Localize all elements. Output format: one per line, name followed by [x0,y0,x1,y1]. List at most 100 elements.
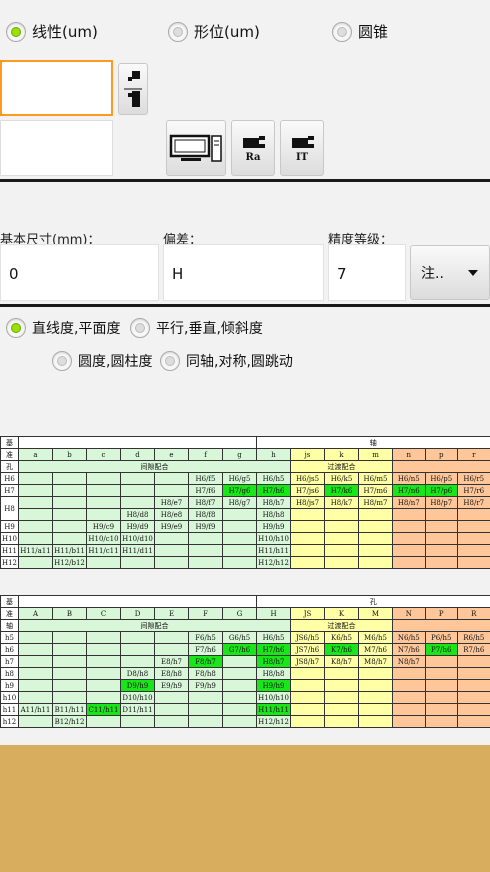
tolerance-symbol-button[interactable] [118,63,148,115]
fit-cell [457,556,490,569]
table-row: h8 D8/h8 E8/h8 F8/h8 H8/h8 [0,667,490,680]
fit-cell [52,631,87,644]
fit-cell [120,556,155,569]
fit-cell [424,556,459,569]
fit-cell [424,520,459,533]
fit-cell: P6/h5 [424,631,459,644]
fit-cell: H6/p5 [424,472,459,485]
row-header: H10 [0,532,19,545]
fit-cell: K6/h5 [324,631,360,644]
column-letter: h [256,448,292,461]
note-dropdown[interactable]: 注.. [410,245,490,300]
fit-cell: K8/h7 [324,655,360,668]
fit-cell [324,532,360,545]
column-letter: p [424,448,459,461]
fit-cell: H8/js7 [290,496,326,509]
radio-geometric[interactable]: 形位(um) [168,21,260,42]
column-letter: N [392,607,426,620]
column-letter: JS [290,607,326,620]
zone-label [392,460,490,473]
radio-geometric-indicator[interactable] [168,21,188,42]
computer-button[interactable] [166,120,226,176]
fit-cell: F9/h9 [188,679,223,692]
fit-cell [154,643,189,656]
fit-cell [358,679,394,692]
column-letter: B [52,607,87,620]
ra-button[interactable]: Ra [231,120,275,176]
fit-cell: E8/h7 [154,655,189,668]
upper-value-field[interactable] [0,60,113,116]
radio-linear[interactable]: 线性(um) [6,21,98,42]
radio-parallelism[interactable]: 平行,垂直,倾斜度 [130,318,263,338]
corner-label: 轴 [0,619,19,632]
radio-taper-label: 圆锥 [358,23,389,41]
group-header: 孔 [256,595,490,608]
fit-cell [424,679,459,692]
row-header: H7 [0,484,19,497]
fit-cell: H7/m6 [358,484,394,497]
basic-size-input[interactable]: 0 [0,244,159,301]
row-header: H11 [0,544,19,557]
fit-cell: P7/h6 [424,643,459,656]
fit-cell [221,520,258,533]
radio-straightness[interactable]: 直线度,平面度 [6,318,120,338]
corner-label: 准 [0,448,19,461]
fit-cell [358,544,394,557]
fit-cell: H8/h8 [256,508,292,521]
radio-roundness[interactable]: 圆度,圆柱度 [52,351,152,371]
fit-cell: M6/h5 [358,631,394,644]
fit-cell [358,703,394,716]
column-letter: n [392,448,426,461]
fit-cell [18,631,53,644]
radio-straightness-indicator[interactable] [6,318,26,338]
it-icon [292,135,314,148]
fit-cell [52,532,87,545]
fit-cell: H8/g7 [221,496,258,509]
fit-cell: H9/c9 [86,520,121,533]
radio-taper-indicator[interactable] [332,21,352,42]
radio-coaxiality[interactable]: 同轴,对称,圆跳动 [160,351,293,371]
fit-cell: H7/h6 [256,643,292,656]
fit-cell [52,679,87,692]
column-letter: K [324,607,360,620]
column-letter: js [290,448,326,461]
zone-label: 间隙配合 [17,460,292,473]
fit-cell [290,520,326,533]
fit-cell: B11/h11 [52,703,87,716]
fit-cell [324,715,360,728]
fit-cell [290,667,326,680]
fit-cell [154,532,189,545]
column-letter: E [154,607,189,620]
radio-coaxiality-indicator[interactable] [160,351,180,371]
fit-cell [52,484,87,497]
fit-cell: H8/k7 [324,496,360,509]
fit-cell: A11/h11 [18,703,53,716]
fit-cell [324,679,360,692]
grade-input[interactable]: 7 [328,244,406,301]
table-row: h11 A11/h11 B11/h11 C11/h11 D11/h11 H11/h11 [0,703,490,716]
zone-label: 过渡配合 [290,619,394,632]
fit-cell [221,556,258,569]
fit-cell [52,496,87,509]
fit-cell [120,496,155,509]
column-letter: P [424,607,459,620]
fit-cell: H6/js5 [290,472,326,485]
fit-cell [86,508,121,521]
lower-value-field[interactable] [0,120,113,176]
fit-cell: H11/h11 [256,544,292,557]
radio-roundness-indicator[interactable] [52,351,72,371]
fit-cell: H9/d9 [120,520,155,533]
fit-cell [290,703,326,716]
radio-parallelism-indicator[interactable] [130,318,150,338]
radio-taper[interactable]: 圆锥 [332,21,388,42]
fit-cell [358,667,394,680]
fit-cell: H11/b11 [52,544,87,557]
it-button[interactable]: IT [280,120,324,176]
fit-cell: H9/e9 [154,520,189,533]
fit-cell: H7/g6 [221,484,258,497]
fit-cell: G6/h5 [221,631,258,644]
table-row: h10 D10/h10 H10/h10 [0,691,490,704]
radio-linear-indicator[interactable] [6,21,26,42]
fit-cell: H7/p6 [424,484,459,497]
deviation-input[interactable]: H [163,244,324,301]
